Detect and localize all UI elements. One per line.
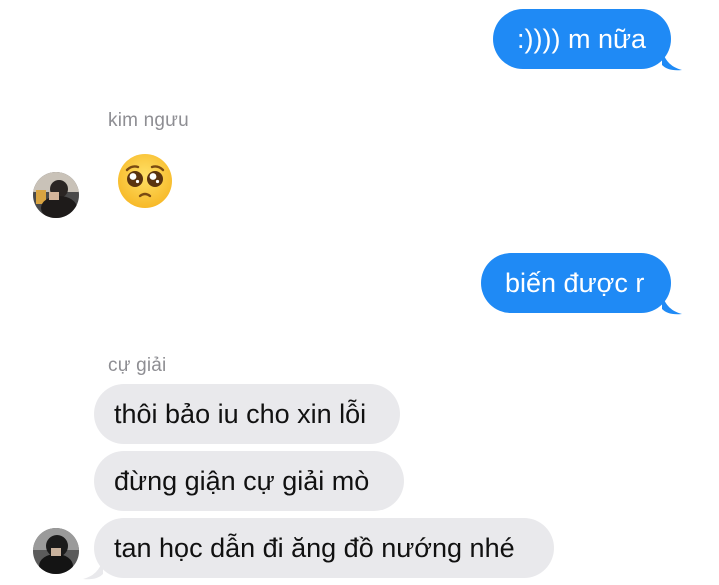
message-text: biến được r xyxy=(505,267,645,298)
message-text: thôi bảo iu cho xin lỗi xyxy=(114,398,367,429)
outgoing-message-bubble[interactable]: biến được r xyxy=(481,253,671,313)
incoming-message-bubble[interactable]: thôi bảo iu cho xin lỗi xyxy=(94,384,400,444)
message-text: tan học dẫn đi ăng đồ nướng nhé xyxy=(114,532,515,563)
sender-name: kim ngưu xyxy=(108,110,189,131)
bubble-tail xyxy=(83,558,103,580)
contact-avatar[interactable] xyxy=(33,528,79,574)
sender-name: cự giải xyxy=(108,355,167,376)
avatar-photo xyxy=(33,172,79,218)
avatar-photo xyxy=(33,528,79,574)
bubble-tail xyxy=(662,49,682,71)
message-text: đừng giận cự giải mò xyxy=(114,465,370,496)
incoming-message-bubble[interactable]: tan học dẫn đi ăng đồ nướng nhé xyxy=(94,518,554,578)
message-text: :)))) m nữa xyxy=(517,23,647,54)
bubble-tail xyxy=(662,293,682,315)
pleading-face-emoji xyxy=(118,154,172,208)
contact-avatar[interactable] xyxy=(33,172,79,218)
outgoing-message-bubble[interactable]: :)))) m nữa xyxy=(493,9,671,69)
incoming-message-bubble[interactable]: đừng giận cự giải mò xyxy=(94,451,404,511)
